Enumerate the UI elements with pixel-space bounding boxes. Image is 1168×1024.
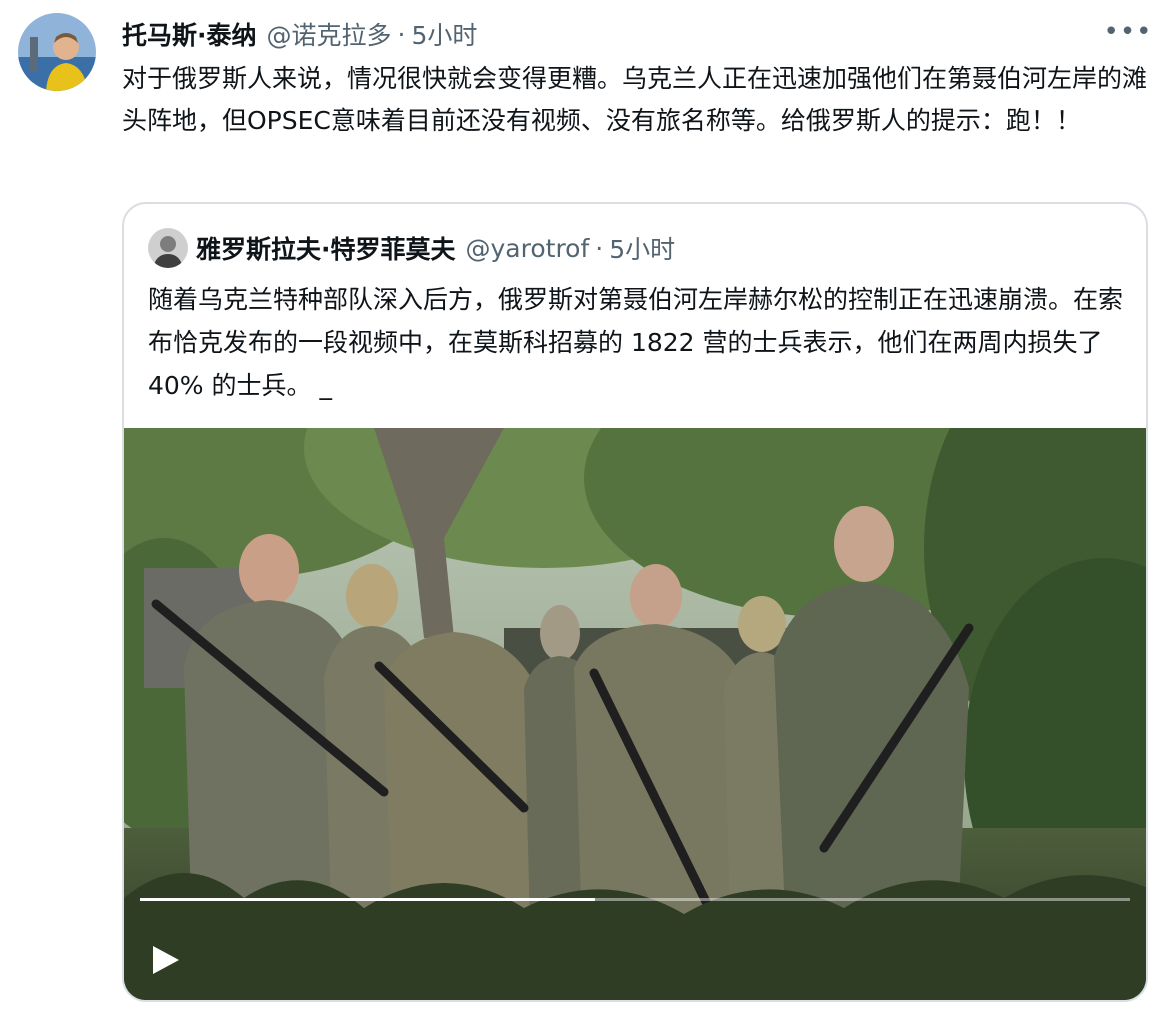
video-frame: [124, 428, 1146, 1000]
quoted-author-avatar[interactable]: [148, 228, 188, 268]
author-avatar[interactable]: [18, 13, 96, 91]
video-progress-bar[interactable]: [140, 898, 1130, 901]
play-button[interactable]: [142, 936, 190, 984]
separator-dot: ·: [397, 19, 406, 49]
author-line: 托马斯·泰纳 @诺克拉多 · 5小时: [122, 14, 477, 54]
author-handle[interactable]: @诺克拉多: [267, 16, 392, 52]
quoted-tweet-text: 随着乌克兰特种部队深入后方，俄罗斯对第聂伯河左岸赫尔松的控制正在迅速崩溃。在索布…: [148, 285, 1124, 400]
separator-dot: ·: [595, 233, 604, 263]
quoted-tweet[interactable]: 雅罗斯拉夫·特罗菲莫夫 @yarotrof · 5小时 随着乌克兰特种部队深入后…: [122, 202, 1148, 1002]
more-options-icon[interactable]: •••: [1104, 18, 1152, 46]
quoted-post-time[interactable]: 5小时: [609, 230, 675, 266]
tweet-text: 对于俄罗斯人来说，情况很快就会变得更糟。乌克兰人正在迅速加强他们在第聂伯河左岸的…: [122, 64, 1148, 135]
tweet: 托马斯·泰纳 @诺克拉多 · 5小时 ••• 对于俄罗斯人来说，情况很快就会变得…: [0, 0, 1168, 1024]
quoted-author-name[interactable]: 雅罗斯拉夫·特罗菲莫夫: [196, 230, 456, 266]
quoted-author-line: 雅罗斯拉夫·特罗菲莫夫 @yarotrof · 5小时: [196, 228, 675, 268]
video-progress-fill: [140, 898, 596, 901]
quoted-author-handle[interactable]: @yarotrof: [466, 234, 590, 263]
play-icon: [153, 946, 179, 974]
post-time[interactable]: 5小时: [411, 16, 477, 52]
video-player[interactable]: [124, 428, 1146, 1000]
author-name[interactable]: 托马斯·泰纳: [122, 16, 257, 52]
